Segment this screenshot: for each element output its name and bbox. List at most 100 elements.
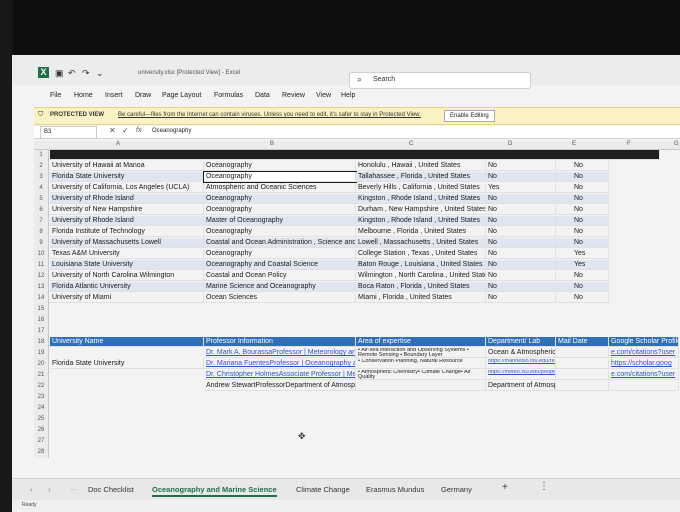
row-number[interactable]: 16	[34, 315, 49, 326]
menu-data[interactable]: Data	[255, 92, 270, 99]
department-cell[interactable]: https://meteo.fsu.edu/people/holmes	[486, 370, 556, 380]
menu-review[interactable]: Review	[282, 92, 305, 99]
cell-col-d[interactable]: No	[486, 227, 556, 237]
row-number[interactable]: 21	[34, 370, 49, 381]
row-number[interactable]: 9	[34, 238, 49, 249]
row-number[interactable]: 6	[34, 205, 49, 216]
cell-col-e[interactable]: Yes	[556, 260, 609, 270]
professor-info-cell[interactable]: Dr. Mark A. BourassaProfessor | Meteorol…	[204, 348, 356, 358]
cell-col-b[interactable]: Oceanography	[204, 161, 356, 171]
cell-col-b[interactable]: Oceanography	[204, 205, 356, 215]
row-number[interactable]: 25	[34, 414, 49, 425]
scholar-profile-cell[interactable]: e.com/citations?user	[609, 370, 679, 380]
cell-col-b[interactable]: Marine Science and Oceanography	[204, 282, 356, 292]
cell-col-a[interactable]: Louisiana State University	[50, 260, 204, 270]
table2-header-cell[interactable]: University Name	[50, 337, 204, 347]
cell-col-c[interactable]: Wilmington , North Carolina , United Sta…	[356, 271, 486, 281]
department-cell[interactable]: Department of Atmospheric	[486, 381, 556, 391]
expertise-cell[interactable]: • Atmospheric Chemistry• Climate Change•…	[356, 370, 486, 380]
row-number[interactable]: 24	[34, 403, 49, 414]
row-number[interactable]: 1	[34, 150, 49, 161]
cell-col-e[interactable]: No	[556, 216, 609, 226]
cell-col-a[interactable]: Florida State University	[50, 172, 204, 182]
column-header-b[interactable]: B	[270, 141, 274, 147]
cell-col-d[interactable]: No	[486, 271, 556, 281]
cell-col-d[interactable]: No	[486, 238, 556, 248]
row-number[interactable]: 14	[34, 293, 49, 304]
professor-info-cell[interactable]: Dr. Mariana FuentesProfessor | Oceanogra…	[204, 359, 356, 369]
row-number[interactable]: 12	[34, 271, 49, 282]
cell-col-b[interactable]: Oceanography and Coastal Science	[204, 260, 356, 270]
formula-input[interactable]: Oceanography	[152, 128, 191, 134]
cancel-icon[interactable]: ✕	[109, 126, 116, 135]
cell-col-a[interactable]: University of Miami	[50, 293, 204, 303]
tab-doc-checklist[interactable]: Doc Checklist	[88, 485, 134, 494]
cell-col-b[interactable]: Oceanography	[204, 249, 356, 259]
cell-col-a[interactable]: University of Rhode Island	[50, 194, 204, 204]
menu-help[interactable]: Help	[341, 92, 355, 99]
cell-col-e[interactable]: Yes	[556, 249, 609, 259]
cell-col-b[interactable]: Coastal and Ocean Administration , Scien…	[204, 238, 356, 248]
cell-col-e[interactable]: No	[556, 194, 609, 204]
quick-access-dropdown-icon[interactable]: ⌄	[96, 68, 104, 79]
row-number[interactable]: 2	[34, 161, 49, 172]
cell-col-b[interactable]: Oceanography	[204, 194, 356, 204]
tab-climate-change[interactable]: Climate Change	[296, 485, 350, 494]
cell-col-a[interactable]: Florida Atlantic University	[50, 282, 204, 292]
cell-col-d[interactable]: No	[486, 293, 556, 303]
scholar-profile-cell[interactable]: e.com/citations?user	[609, 348, 679, 358]
cell-col-c[interactable]: Miami , Florida , United States	[356, 293, 486, 303]
cell-col-e[interactable]: No	[556, 293, 609, 303]
cell-col-c[interactable]: Baton Rouge , Louisiana , United States	[356, 260, 486, 270]
cell-col-d[interactable]: No	[486, 260, 556, 270]
professor-info-cell[interactable]: Dr. Christopher HolmesAssociate Professo…	[204, 370, 356, 380]
row-number[interactable]: 20	[34, 359, 49, 370]
column-header-e[interactable]: E	[572, 141, 576, 147]
cell-col-e[interactable]: No	[556, 205, 609, 215]
cell-col-b[interactable]: Atmospheric and Oceanic Sciences	[204, 183, 356, 193]
cell-col-b[interactable]: Oceanography	[203, 171, 357, 183]
row-number[interactable]: 27	[34, 436, 49, 447]
cell-col-d[interactable]: No	[486, 249, 556, 259]
menu-formulas[interactable]: Formulas	[214, 92, 243, 99]
scholar-profile-cell[interactable]: https://scholar.goog	[609, 359, 679, 369]
cell-col-e[interactable]: No	[556, 227, 609, 237]
cell-col-a[interactable]: University of Hawaii at Manoa	[50, 161, 204, 171]
menu-page-layout[interactable]: Page Layout	[162, 92, 201, 99]
menu-draw[interactable]: Draw	[135, 92, 151, 99]
department-cell[interactable]: https://marinebio.fsu.edu/research/fuent…	[486, 359, 556, 369]
save-icon[interactable]: ▣	[55, 68, 64, 79]
cell-col-d[interactable]: Yes	[486, 183, 556, 193]
cell-col-a[interactable]: Texas A&M University	[50, 249, 204, 259]
enter-icon[interactable]: ✓	[122, 126, 129, 135]
expertise-cell[interactable]: • Air-sea interaction and Observing Syst…	[356, 348, 486, 358]
cell-col-e[interactable]: No	[556, 161, 609, 171]
cell-col-e[interactable]: No	[556, 172, 609, 182]
expertise-cell[interactable]	[356, 381, 486, 391]
table2-header-cell[interactable]: Professor Information	[204, 337, 356, 347]
cell-col-c[interactable]: Lowell , Massachusetts , United States	[356, 238, 486, 248]
cell-col-a[interactable]: Florida Institute of Technology	[50, 227, 204, 237]
mail-date-cell[interactable]	[556, 359, 609, 369]
row-number[interactable]: 28	[34, 447, 49, 458]
cell-col-a[interactable]: University of California, Los Angeles (U…	[50, 183, 204, 193]
cell-col-c[interactable]: Beverly Hills , California , United Stat…	[356, 183, 486, 193]
prev-sheet-icon[interactable]: ‹	[30, 485, 33, 494]
cell-col-d[interactable]: No	[486, 216, 556, 226]
row-number[interactable]: 26	[34, 425, 49, 436]
cell-col-c[interactable]: Boca Raton , Florida , United States	[356, 282, 486, 292]
row-number[interactable]: 15	[34, 304, 49, 315]
name-box[interactable]: B3	[40, 126, 97, 139]
mail-date-cell[interactable]	[556, 381, 609, 391]
menu-view[interactable]: View	[316, 92, 331, 99]
cell-col-c[interactable]: College Station , Texas , United States	[356, 249, 486, 259]
cell-col-a[interactable]: University of Rhode Island	[50, 216, 204, 226]
cell-col-e[interactable]: No	[556, 282, 609, 292]
cell-col-b[interactable]: Ocean Sciences	[204, 293, 356, 303]
cell-col-e[interactable]: No	[556, 238, 609, 248]
more-sheets-icon[interactable]: …	[70, 485, 77, 492]
cell-col-d[interactable]: No	[486, 282, 556, 292]
cell-col-c[interactable]: Tallahassee , Florida , United States	[356, 172, 486, 182]
column-header-f[interactable]: F	[627, 141, 631, 147]
row-number[interactable]: 8	[34, 227, 49, 238]
